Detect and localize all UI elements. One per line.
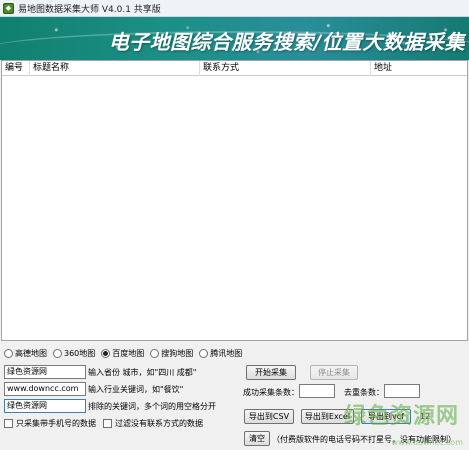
results-table[interactable]: 编号 标题名称 联系方式 地址 (1, 60, 468, 341)
radio-dot-selected[interactable] (101, 349, 111, 358)
app-icon: ◆ (3, 2, 14, 14)
radio-dot[interactable] (199, 349, 209, 358)
keyword-hint: 输入行业关键词，如"餐饮" (88, 385, 184, 394)
exclude-keyword-input[interactable]: 绿色资源网 (4, 399, 86, 413)
site-watermark: 绿色资源网 (343, 404, 459, 429)
column-header-title[interactable]: 标题名称 (30, 61, 200, 76)
checkbox-box[interactable] (4, 419, 13, 428)
map-source-radio-group: 高德地图 360地图 百度地图 搜狗地图 腾讯地图 (4, 347, 248, 360)
filter-no-contact-checkbox[interactable]: 过滤没有联系方式的数据 (103, 418, 203, 429)
radio-dot[interactable] (4, 349, 13, 358)
radio-dot[interactable] (150, 349, 160, 358)
banner-title: 电子地图综合服务搜索/位置大数据采集 (108, 30, 465, 54)
column-header-address[interactable]: 地址 (371, 61, 467, 76)
table-header: 编号 标题名称 联系方式 地址 (2, 61, 467, 76)
column-header-id[interactable]: 编号 (2, 61, 30, 76)
radio-baidu-map[interactable]: 百度地图 (101, 348, 144, 359)
radio-sogou-map[interactable]: 搜狗地图 (150, 348, 193, 359)
clear-button[interactable]: 清空 (244, 431, 270, 446)
header-banner: 电子地图综合服务搜索/位置大数据采集 (0, 17, 469, 60)
exclude-keyword-hint: 排除的关键词，多个词的用空格分开 (88, 402, 216, 411)
window-title: 易地图数据采集大师 V4.0.1 共享版 (18, 4, 161, 15)
duplicate-count-label: 去重条数： (344, 388, 384, 397)
duplicate-count-field (384, 384, 420, 398)
city-hint: 输入省份 城市，如"四川 成都" (88, 368, 197, 377)
radio-tencent-map[interactable]: 腾讯地图 (199, 348, 242, 359)
success-count-label: 成功采集条数： (243, 388, 299, 397)
city-input[interactable]: 绿色资源网 (4, 365, 86, 379)
mobile-only-checkbox[interactable]: 只采集带手机号的数据 (4, 418, 96, 429)
column-header-contact[interactable]: 联系方式 (200, 61, 371, 76)
radio-360-map[interactable]: 360地图 (53, 348, 95, 359)
success-count-field (299, 384, 335, 398)
stop-collect-button[interactable]: 停止采集 (310, 365, 358, 380)
site-watermark-url: www.downcc.com (391, 438, 463, 447)
radio-dot[interactable] (53, 349, 62, 358)
start-collect-button[interactable]: 开始采集 (246, 365, 296, 380)
title-bar: ◆ 易地图数据采集大师 V4.0.1 共享版 (0, 0, 469, 17)
checkbox-box[interactable] (103, 419, 112, 428)
keyword-input[interactable]: www.downcc.com (4, 382, 86, 396)
export-csv-button[interactable]: 导出到CSV (244, 409, 294, 424)
radio-gaode-map[interactable]: 高德地图 (4, 348, 47, 359)
